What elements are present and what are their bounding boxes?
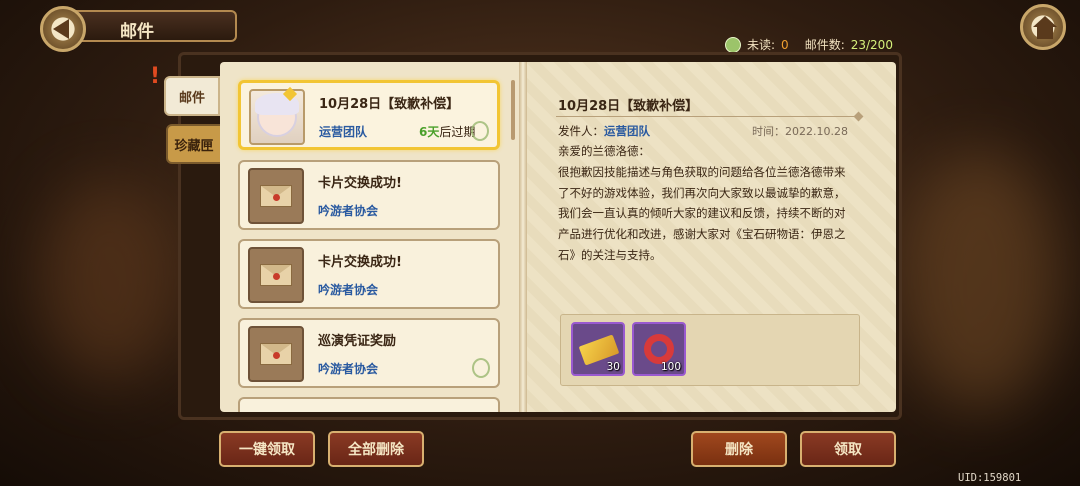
claim-button[interactable]: 领取 [800, 431, 896, 467]
detail-greeting: 亲爱的兰德洛德： [558, 144, 650, 158]
home-icon [1033, 16, 1057, 27]
attachment-icon [471, 121, 489, 141]
home-icon-body [1037, 27, 1053, 39]
detail-title: 10月28日【致歉补偿】 [558, 99, 699, 114]
mail-list-item[interactable]: 10月28日【致歉补偿】 运营团队 6天后过期 [238, 80, 500, 150]
mail-thumb [248, 247, 304, 303]
tab-treasure-label: 珍藏匣 [174, 138, 214, 154]
mail-sender: 吟游者协会 [318, 362, 379, 376]
mail-title: 卡片交换成功! [318, 176, 402, 191]
mail-count-label: 邮件数: [804, 38, 845, 52]
back-button[interactable] [40, 6, 86, 52]
background-glow-right [900, 150, 1060, 410]
mail-sender: 吟游者协会 [318, 204, 379, 218]
home-button[interactable] [1020, 4, 1066, 50]
attachment-item[interactable]: 100 [632, 322, 686, 376]
page-title: 邮件 [120, 22, 154, 42]
book-spine [519, 62, 527, 412]
mail-list-scrollbar[interactable] [511, 80, 515, 140]
envelope-icon [260, 185, 292, 207]
detail-time: 时间：2022.10.28 [752, 125, 848, 138]
attachment-item[interactable]: 30 [571, 322, 625, 376]
mail-avatar [249, 89, 305, 145]
unread-mail-icon [725, 36, 741, 53]
red-ring-icon [644, 334, 674, 364]
mail-sender: 吟游者协会 [318, 283, 379, 297]
delete-button[interactable]: 删除 [691, 431, 787, 467]
title-plate: 邮件 [72, 10, 237, 42]
detail-divider [556, 116, 858, 117]
mail-expire: 6天后过期 [419, 123, 475, 140]
claim-all-button[interactable]: 一键领取 [219, 431, 315, 467]
mail-thumb [248, 326, 304, 382]
alert-icon: ! [150, 64, 161, 89]
detail-sender: 发件人：运营团队 [558, 123, 650, 139]
mail-thumb [248, 168, 304, 224]
character-portrait-icon [255, 93, 299, 137]
unread-value: 0 [781, 37, 789, 52]
mail-list-item-partial[interactable] [238, 397, 500, 412]
mail-stats: 未读: 0 邮件数: 23/200 [725, 36, 893, 53]
mail-sender: 运营团队 [319, 125, 368, 139]
mail-list-item[interactable]: 卡片交换成功! 吟游者协会 [238, 239, 500, 309]
tab-treasure[interactable]: 珍藏匣 [166, 124, 222, 164]
mail-count-value: 23/200 [850, 37, 893, 52]
tab-mail-label: 邮件 [178, 90, 205, 106]
mail-list-item[interactable]: 卡片交换成功! 吟游者协会 [238, 160, 500, 230]
delete-all-button[interactable]: 全部删除 [328, 431, 424, 467]
background-glow-left [40, 180, 180, 380]
mail-title: 10月28日【致歉补偿】 [319, 97, 460, 112]
attachment-qty: 30 [606, 361, 620, 373]
back-arrow-icon [53, 19, 69, 39]
tab-mail[interactable]: 邮件 [164, 76, 220, 116]
envelope-icon [260, 343, 292, 365]
mail-title: 巡演凭证奖励 [318, 334, 397, 349]
attachment-qty: 100 [660, 361, 681, 373]
mail-expire-suffix: 后过期 [439, 125, 476, 139]
unread-label: 未读: [747, 38, 776, 52]
mail-expire-days: 6天 [419, 125, 440, 139]
envelope-icon [260, 264, 292, 286]
detail-sender-label: 发件人： [558, 124, 604, 138]
detail-sender-name: 运营团队 [604, 124, 650, 138]
mail-list-item[interactable]: 巡演凭证奖励 吟游者协会 [238, 318, 500, 388]
attachment-icon [472, 358, 490, 378]
detail-body: 很抱歉因技能描述与角色获取的问题给各位兰德洛德带来了不好的游戏体验，我们再次向大… [558, 165, 846, 262]
user-id: UID:159801 [958, 472, 1022, 484]
mail-title: 卡片交换成功! [318, 255, 402, 270]
